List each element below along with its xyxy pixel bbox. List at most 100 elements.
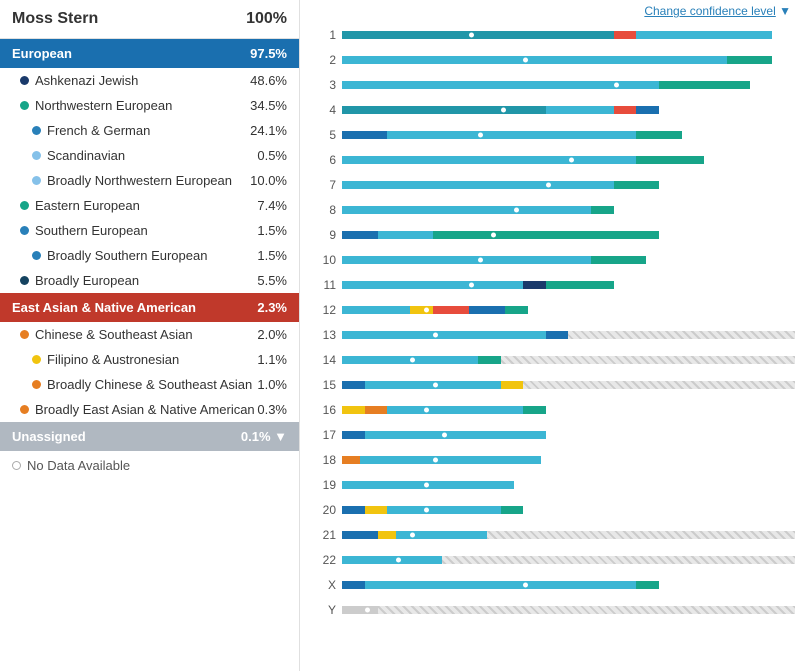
- bar-segment: [378, 231, 432, 239]
- bar-track: [342, 306, 795, 314]
- bar-segment: [523, 281, 546, 289]
- center-dot: [478, 133, 483, 138]
- bar-segment: [365, 581, 637, 589]
- row-number: 8: [312, 203, 336, 217]
- row-number: 7: [312, 178, 336, 192]
- chart-row-5: 5: [312, 124, 795, 146]
- center-dot: [396, 558, 401, 563]
- confidence-link[interactable]: Change confidence level ▼: [308, 0, 795, 24]
- bar-container: [342, 478, 795, 492]
- southern-european-row: Southern European 1.5%: [0, 218, 299, 243]
- bar-segment: [636, 106, 659, 114]
- row-number: 2: [312, 53, 336, 67]
- chromosome-chart: 12345678910111213141516171819202122XY: [308, 24, 795, 621]
- european-category[interactable]: European 97.5%: [0, 39, 299, 68]
- bar-segment: [365, 406, 388, 414]
- broadly-chinese-pct: 1.0%: [257, 377, 287, 392]
- chart-row-Y: Y: [312, 599, 795, 621]
- chinese-southeast-pct: 2.0%: [257, 327, 287, 342]
- broadly-southern-pct: 1.5%: [257, 248, 287, 263]
- bar-segment: [433, 306, 469, 314]
- bar-segment: [342, 181, 614, 189]
- bar-segment: [591, 256, 645, 264]
- filipino-label: Filipino & Austronesian: [47, 352, 179, 367]
- bar-track: [342, 256, 795, 264]
- center-dot: [569, 158, 574, 163]
- southern-european-label: Southern European: [35, 223, 148, 238]
- bar-segment: [342, 406, 365, 414]
- bar-segment: [342, 581, 365, 589]
- row-number: Y: [312, 603, 336, 617]
- bar-segment: [342, 56, 727, 64]
- unassigned-row[interactable]: Unassigned 0.1% ▼: [0, 422, 299, 451]
- bar-segment: [614, 31, 637, 39]
- center-dot: [433, 383, 438, 388]
- bar-track: [342, 131, 795, 139]
- center-dot: [469, 283, 474, 288]
- row-number: 5: [312, 128, 336, 142]
- chart-row-8: 8: [312, 199, 795, 221]
- center-dot: [614, 83, 619, 88]
- bar-segment: [478, 356, 501, 364]
- broadly-east-asian-dot: [20, 405, 29, 414]
- broadly-european-dot: [20, 276, 29, 285]
- bar-segment: [387, 131, 636, 139]
- bar-segment: [342, 456, 360, 464]
- bar-track: [342, 156, 795, 164]
- chart-row-2: 2: [312, 49, 795, 71]
- bar-track: [342, 81, 795, 89]
- bar-segment: [342, 156, 636, 164]
- broadly-european-label: Broadly European: [35, 273, 139, 288]
- chart-row-12: 12: [312, 299, 795, 321]
- center-dot: [433, 458, 438, 463]
- bar-segment: [523, 406, 546, 414]
- bar-container: [342, 103, 795, 117]
- bar-track: [342, 381, 795, 389]
- northwestern-pct: 34.5%: [250, 98, 287, 113]
- bar-track: [342, 506, 795, 514]
- bar-container: [342, 428, 795, 442]
- bar-segment: [342, 256, 591, 264]
- bar-segment: [636, 156, 704, 164]
- center-dot: [514, 208, 519, 213]
- east-asian-category[interactable]: East Asian & Native American 2.3%: [0, 293, 299, 322]
- bar-container: [342, 603, 795, 617]
- row-number: 10: [312, 253, 336, 267]
- bar-segment: [342, 431, 365, 439]
- broadly-chinese-label: Broadly Chinese & Southeast Asian: [47, 377, 252, 392]
- bar-segment: [342, 606, 378, 614]
- ashkenazi-dot: [20, 76, 29, 85]
- row-number: 4: [312, 103, 336, 117]
- no-data-dot: [12, 461, 21, 470]
- eastern-european-label: Eastern European: [35, 198, 140, 213]
- confidence-link-text[interactable]: Change confidence level: [644, 4, 775, 18]
- row-number: 22: [312, 553, 336, 567]
- east-asian-label: East Asian & Native American: [12, 300, 196, 315]
- bar-segment: [433, 231, 660, 239]
- bar-track: [342, 31, 795, 39]
- bar-container: [342, 453, 795, 467]
- bar-segment: [591, 206, 614, 214]
- bar-segment: [342, 206, 591, 214]
- bar-track: [342, 181, 795, 189]
- bar-track: [342, 356, 795, 364]
- bar-segment: [614, 106, 637, 114]
- broadly-southern-row: Broadly Southern European 1.5%: [0, 243, 299, 268]
- center-dot: [424, 483, 429, 488]
- northwestern-european-row: Northwestern European 34.5%: [0, 93, 299, 118]
- chinese-southeast-row: Chinese & Southeast Asian 2.0%: [0, 322, 299, 347]
- chart-row-15: 15: [312, 374, 795, 396]
- bar-container: [342, 78, 795, 92]
- no-data-row: No Data Available: [0, 451, 299, 480]
- chart-row-18: 18: [312, 449, 795, 471]
- broadly-east-asian-pct: 0.3%: [257, 402, 287, 417]
- bar-segment: [546, 331, 569, 339]
- row-number: 13: [312, 328, 336, 342]
- scandinavian-label: Scandinavian: [47, 148, 125, 163]
- broadly-northwestern-row: Broadly Northwestern European 10.0%: [0, 168, 299, 193]
- broadly-chinese-row: Broadly Chinese & Southeast Asian 1.0%: [0, 372, 299, 397]
- french-german-row: French & German 24.1%: [0, 118, 299, 143]
- ashkenazi-label: Ashkenazi Jewish: [35, 73, 138, 88]
- eastern-european-row: Eastern European 7.4%: [0, 193, 299, 218]
- row-number: 15: [312, 378, 336, 392]
